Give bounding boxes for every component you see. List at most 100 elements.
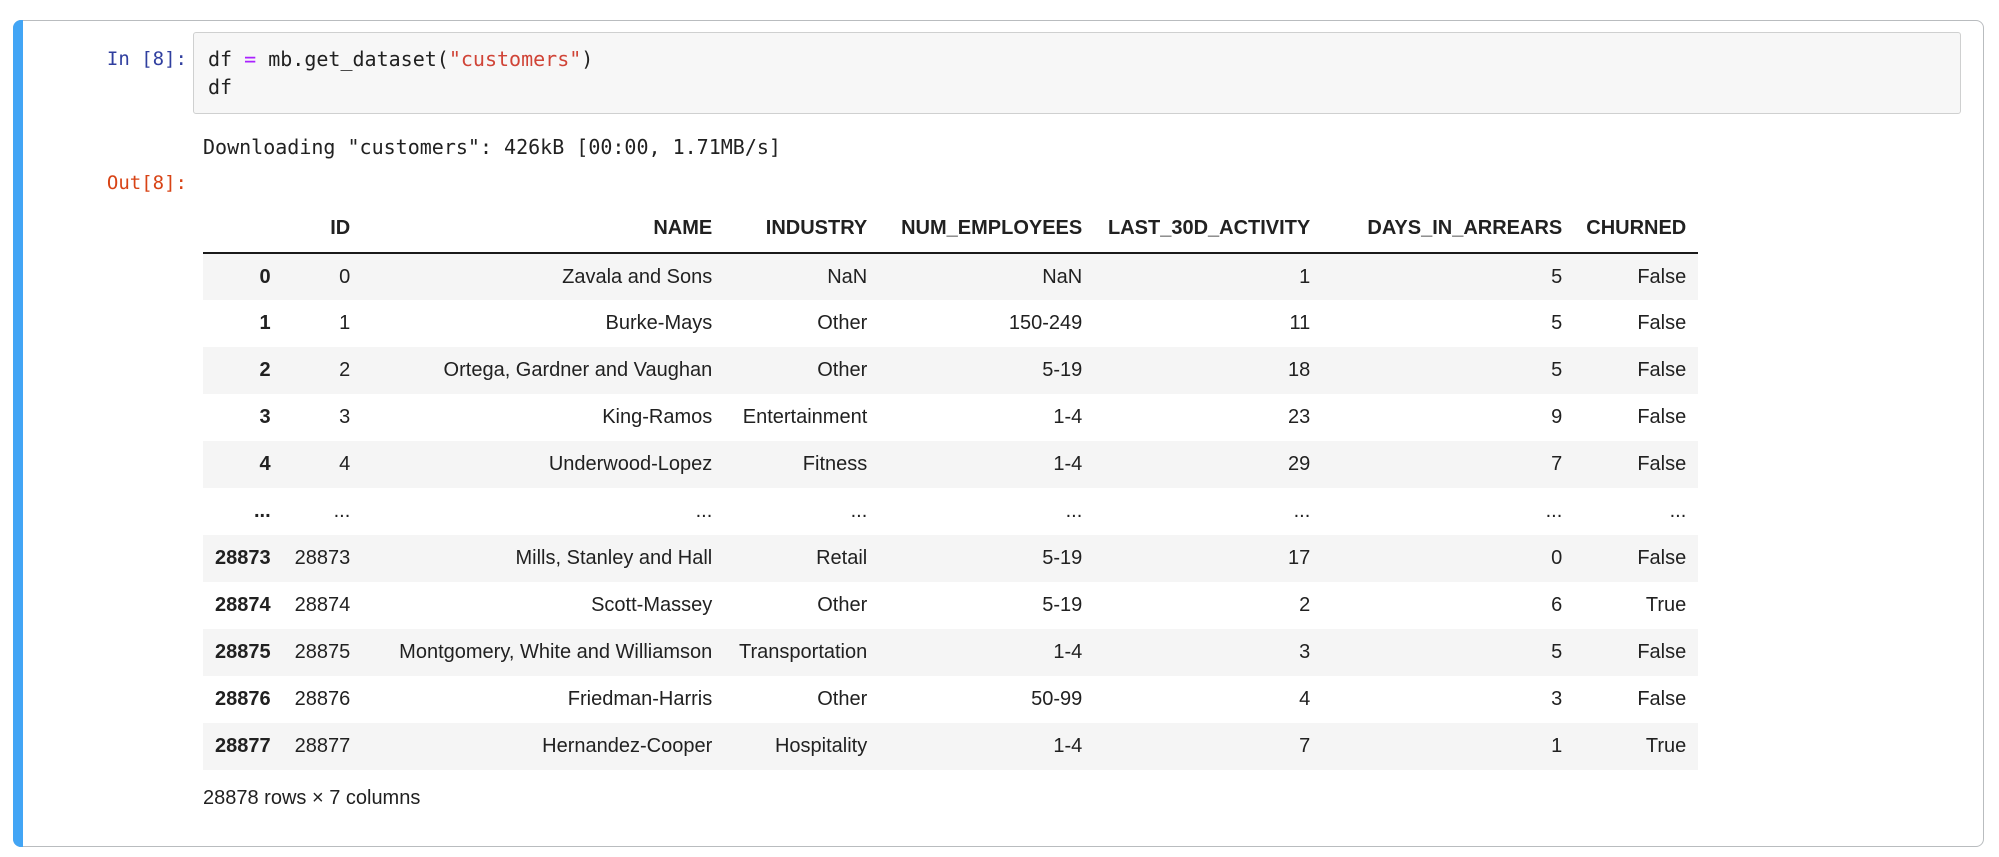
table-cell: 5-19 xyxy=(879,535,1094,582)
table-cell: 1 xyxy=(283,300,363,347)
table-cell: Hernandez-Cooper xyxy=(362,723,724,770)
dataframe-output: IDNAMEINDUSTRYNUM_EMPLOYEESLAST_30D_ACTI… xyxy=(203,169,1971,810)
table-cell: 1-4 xyxy=(879,629,1094,676)
table-cell: ... xyxy=(724,488,879,535)
table-cell: False xyxy=(1574,441,1698,488)
dataframe-shape-caption: 28878 rows × 7 columns xyxy=(203,787,1971,810)
input-area: In [8]: df = mb.get_dataset("customers")… xyxy=(23,32,1971,114)
table-cell: 50-99 xyxy=(879,676,1094,723)
row-index-cell: 3 xyxy=(203,394,283,441)
code-token: df xyxy=(208,47,244,71)
table-cell: 7 xyxy=(1322,441,1574,488)
table-cell: 4 xyxy=(1094,676,1322,723)
table-row: 11Burke-MaysOther150-249115False xyxy=(203,300,1698,347)
row-index-cell: 28873 xyxy=(203,535,283,582)
column-header-num_employees: NUM_EMPLOYEES xyxy=(879,205,1094,253)
column-header-last_30d_activity: LAST_30D_ACTIVITY xyxy=(1094,205,1322,253)
table-cell: 1-4 xyxy=(879,723,1094,770)
table-cell: Zavala and Sons xyxy=(362,253,724,300)
table-cell: 2 xyxy=(1094,582,1322,629)
table-cell: 4 xyxy=(283,441,363,488)
table-cell: False xyxy=(1574,347,1698,394)
table-cell: 28873 xyxy=(283,535,363,582)
table-cell: Montgomery, White and Williamson xyxy=(362,629,724,676)
table-cell: False xyxy=(1574,300,1698,347)
table-cell: 2 xyxy=(283,347,363,394)
row-index-cell: 4 xyxy=(203,441,283,488)
table-cell: 18 xyxy=(1094,347,1322,394)
table-cell: 150-249 xyxy=(879,300,1094,347)
code-editor[interactable]: df = mb.get_dataset("customers")df xyxy=(193,32,1961,114)
header-row: IDNAMEINDUSTRYNUM_EMPLOYEESLAST_30D_ACTI… xyxy=(203,205,1698,253)
table-cell: Burke-Mays xyxy=(362,300,724,347)
output-prompt-label: Out[8]: xyxy=(23,169,193,197)
table-cell: True xyxy=(1574,723,1698,770)
row-index-cell: 28875 xyxy=(203,629,283,676)
row-index-cell: 28874 xyxy=(203,582,283,629)
dataframe-body: 00Zavala and SonsNaNNaN15False11Burke-Ma… xyxy=(203,253,1698,770)
code-token: mb.get_dataset( xyxy=(256,47,449,71)
table-row: 2887628876Friedman-HarrisOther50-9943Fal… xyxy=(203,676,1698,723)
code-token: "customers" xyxy=(449,47,581,71)
download-progress-text: Downloading "customers": 426kB [00:00, 1… xyxy=(203,134,1971,161)
table-cell: NaN xyxy=(879,253,1094,300)
table-cell: 5 xyxy=(1322,347,1574,394)
table-row: 00Zavala and SonsNaNNaN15False xyxy=(203,253,1698,300)
table-cell: 0 xyxy=(1322,535,1574,582)
table-cell: 3 xyxy=(1094,629,1322,676)
cell-content: In [8]: df = mb.get_dataset("customers")… xyxy=(23,21,1983,846)
table-cell: ... xyxy=(283,488,363,535)
table-cell: Friedman-Harris xyxy=(362,676,724,723)
table-cell: 11 xyxy=(1094,300,1322,347)
table-row: 2887728877Hernandez-CooperHospitality1-4… xyxy=(203,723,1698,770)
table-cell: Transportation xyxy=(724,629,879,676)
table-cell: 5-19 xyxy=(879,582,1094,629)
table-cell: ... xyxy=(1322,488,1574,535)
table-cell: Retail xyxy=(724,535,879,582)
column-header-id: ID xyxy=(283,205,363,253)
notebook-cell: In [8]: df = mb.get_dataset("customers")… xyxy=(13,20,1984,847)
row-index-cell: 28877 xyxy=(203,723,283,770)
column-header-name: NAME xyxy=(362,205,724,253)
table-cell: 5 xyxy=(1322,300,1574,347)
table-cell: ... xyxy=(1094,488,1322,535)
output-area: Out[8]: IDNAMEINDUSTRYNUM_EMPLOYEESLAST_… xyxy=(23,169,1971,810)
table-row: 2887328873Mills, Stanley and HallRetail5… xyxy=(203,535,1698,582)
table-cell: King-Ramos xyxy=(362,394,724,441)
table-cell: False xyxy=(1574,676,1698,723)
table-cell: Other xyxy=(724,300,879,347)
table-cell: 29 xyxy=(1094,441,1322,488)
table-cell: False xyxy=(1574,535,1698,582)
table-cell: ... xyxy=(879,488,1094,535)
table-cell: 5 xyxy=(1322,629,1574,676)
table-cell: False xyxy=(1574,394,1698,441)
table-row: 44Underwood-LopezFitness1-4297False xyxy=(203,441,1698,488)
column-header-industry: INDUSTRY xyxy=(724,205,879,253)
index-column-header xyxy=(203,205,283,253)
table-row: 2887428874Scott-MasseyOther5-1926True xyxy=(203,582,1698,629)
table-cell: 5 xyxy=(1322,253,1574,300)
table-cell: 17 xyxy=(1094,535,1322,582)
table-cell: 28874 xyxy=(283,582,363,629)
table-cell: True xyxy=(1574,582,1698,629)
row-index-cell: 0 xyxy=(203,253,283,300)
table-row: 2887528875Montgomery, White and Williams… xyxy=(203,629,1698,676)
table-cell: 23 xyxy=(1094,394,1322,441)
code-line: df = mb.get_dataset("customers") xyxy=(208,45,1946,73)
table-cell: 7 xyxy=(1094,723,1322,770)
table-cell: False xyxy=(1574,629,1698,676)
table-cell: 3 xyxy=(283,394,363,441)
table-cell: Fitness xyxy=(724,441,879,488)
code-lines: df = mb.get_dataset("customers")df xyxy=(208,45,1946,101)
table-cell: 1-4 xyxy=(879,441,1094,488)
active-cell-indicator xyxy=(13,20,23,847)
column-header-days_in_arrears: DAYS_IN_ARREARS xyxy=(1322,205,1574,253)
dataframe-table: IDNAMEINDUSTRYNUM_EMPLOYEESLAST_30D_ACTI… xyxy=(203,205,1698,770)
code-token: ) xyxy=(581,47,593,71)
table-cell: Underwood-Lopez xyxy=(362,441,724,488)
table-cell: Other xyxy=(724,347,879,394)
table-row: 33King-RamosEntertainment1-4239False xyxy=(203,394,1698,441)
row-index-cell: 2 xyxy=(203,347,283,394)
code-token: = xyxy=(244,47,256,71)
code-token: df xyxy=(208,75,232,99)
